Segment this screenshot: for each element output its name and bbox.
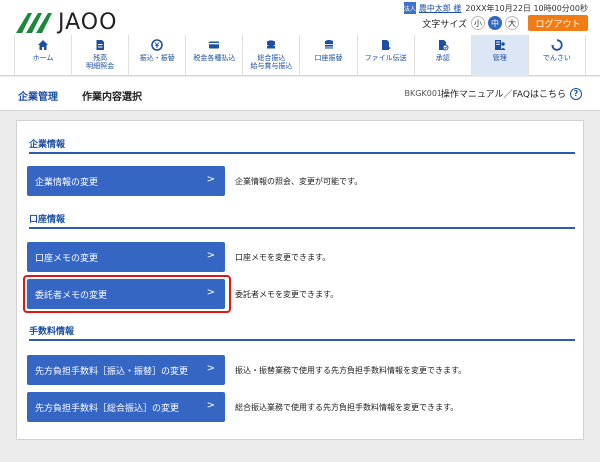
action-description: 企業情報の照会、変更が可能です。 xyxy=(235,177,363,186)
help-link[interactable]: 操作マニュアル／FAQはこちら ? xyxy=(441,87,582,100)
densai-icon xyxy=(551,39,563,51)
font-size-large-button[interactable]: 大 xyxy=(505,16,519,30)
nav-item-label: 管理 xyxy=(492,54,507,62)
nav-item-home[interactable]: ホーム xyxy=(14,35,71,76)
manage-icon xyxy=(494,40,506,50)
section-divider xyxy=(29,339,575,341)
nav-item-label: ホーム xyxy=(32,54,54,62)
page-title: 作業内容選択 xyxy=(82,92,142,103)
nav-item-label: 口座振替 xyxy=(314,54,343,62)
coins-icon xyxy=(267,40,276,49)
ja-logo-icon xyxy=(16,13,52,33)
section-title-fees: 手数料情報 xyxy=(29,327,75,337)
section-title-company: 企業情報 xyxy=(29,140,66,150)
nav-item-label: 承認 xyxy=(435,54,450,62)
nav-item-label: でんさい xyxy=(542,54,571,62)
font-size-label: 文字サイズ xyxy=(422,19,467,30)
section-title-account: 口座情報 xyxy=(29,215,66,225)
chevron-right-icon: > xyxy=(206,174,215,185)
change-account-memo-button[interactable]: 口座メモの変更 > xyxy=(27,242,225,272)
chevron-right-icon: > xyxy=(206,250,215,261)
nav-item-balance[interactable]: 残高 明細照会 xyxy=(71,35,128,76)
font-size-control: 文字サイズ 小 中 大 ログアウト xyxy=(422,15,588,31)
action-description: 総合振込業務で使用する先方負担手数料情報を変更できます。 xyxy=(235,403,459,412)
nav-item-label: 振込・振替 xyxy=(139,54,175,62)
chevron-right-icon: > xyxy=(206,400,215,411)
section-divider xyxy=(29,227,575,229)
change-fee-bulk-transfer-button[interactable]: 先方負担手数料［総合振込］の変更 > xyxy=(27,392,225,422)
logout-button[interactable]: ログアウト xyxy=(528,15,588,31)
content-card: 企業情報 企業情報の変更 > 企業情報の照会、変更が可能です。 口座情報 口座メ… xyxy=(16,120,584,440)
action-description: 口座メモを変更できます。 xyxy=(235,253,331,262)
nav-item-label: 残高 明細照会 xyxy=(86,54,115,70)
nav-item-transfer[interactable]: 振込・振替 xyxy=(128,35,185,76)
screen-code: BKGK001 xyxy=(404,89,442,98)
brand-logo[interactable]: JAOO xyxy=(14,9,117,35)
change-fee-transfer-button[interactable]: 先方負担手数料［振込・振替］の変更 > xyxy=(27,355,225,385)
change-company-info-button[interactable]: 企業情報の変更 > xyxy=(27,166,225,196)
help-link-label: 操作マニュアル／FAQはこちら xyxy=(440,90,566,100)
nav-item-tax[interactable]: 税金各種払込 xyxy=(185,35,242,76)
home-icon xyxy=(38,40,49,50)
nav-item-label: 税金各種払込 xyxy=(193,54,236,62)
yen-icon xyxy=(151,39,164,51)
change-consignor-memo-button[interactable]: 委託者メモの変更 > xyxy=(27,279,225,309)
button-label: 口座メモの変更 xyxy=(35,253,99,264)
chevron-right-icon: > xyxy=(206,363,215,374)
file-transfer-icon xyxy=(381,40,391,50)
action-description: 振込・振替業務で使用する先方負担手数料情報を変更できます。 xyxy=(235,366,467,375)
nav-item-label: ファイル伝送 xyxy=(364,54,407,62)
nav-item-bulk-transfer[interactable]: 総合振込 給与賞与振込 xyxy=(242,35,299,76)
global-header: JAOO 法人 農中太郎 様 20XX年10月22日 10時00分00秒 文字サ… xyxy=(0,0,600,76)
button-label: 先方負担手数料［振込・振替］の変更 xyxy=(35,366,189,377)
nav-item-densai[interactable]: でんさい xyxy=(527,35,586,76)
font-size-medium-button[interactable]: 中 xyxy=(488,16,502,30)
user-type-badge: 法人 xyxy=(403,2,416,14)
brand-name: JAOO xyxy=(58,9,118,35)
section-divider xyxy=(29,152,575,154)
global-nav: ホーム 残高 明細照会 振込・振替 税金各種払込 総合振込 給与賞与振込 口座振… xyxy=(14,35,586,76)
page-title-bar: 企業管理 作業内容選択 BKGK001 操作マニュアル／FAQはこちら ? xyxy=(0,77,600,111)
page-category: 企業管理 xyxy=(18,92,58,103)
nav-item-manage[interactable]: 管理 xyxy=(470,35,528,76)
action-description: 委託者メモを変更できます。 xyxy=(235,290,339,299)
button-label: 先方負担手数料［総合振込］の変更 xyxy=(35,403,180,414)
button-label: 企業情報の変更 xyxy=(35,177,99,188)
chevron-right-icon: > xyxy=(206,287,215,298)
nav-item-approve[interactable]: 承認 xyxy=(413,35,471,76)
login-time: 20XX年10月22日 10時00分00秒 xyxy=(465,3,588,13)
user-info: 法人 農中太郎 様 20XX年10月22日 10時00分00秒 xyxy=(403,2,588,14)
user-name-link[interactable]: 農中太郎 様 xyxy=(419,3,462,14)
button-label: 委託者メモの変更 xyxy=(35,290,108,301)
nav-item-file-transfer[interactable]: ファイル伝送 xyxy=(356,35,414,76)
approve-icon xyxy=(438,40,449,51)
document-icon xyxy=(96,40,105,50)
font-size-small-button[interactable]: 小 xyxy=(471,16,485,30)
card-icon xyxy=(209,41,220,49)
coins-stack-icon xyxy=(324,40,333,49)
nav-item-debit[interactable]: 口座振替 xyxy=(299,35,356,76)
help-icon: ? xyxy=(570,87,582,100)
nav-item-label: 総合振込 給与賞与振込 xyxy=(250,54,293,70)
